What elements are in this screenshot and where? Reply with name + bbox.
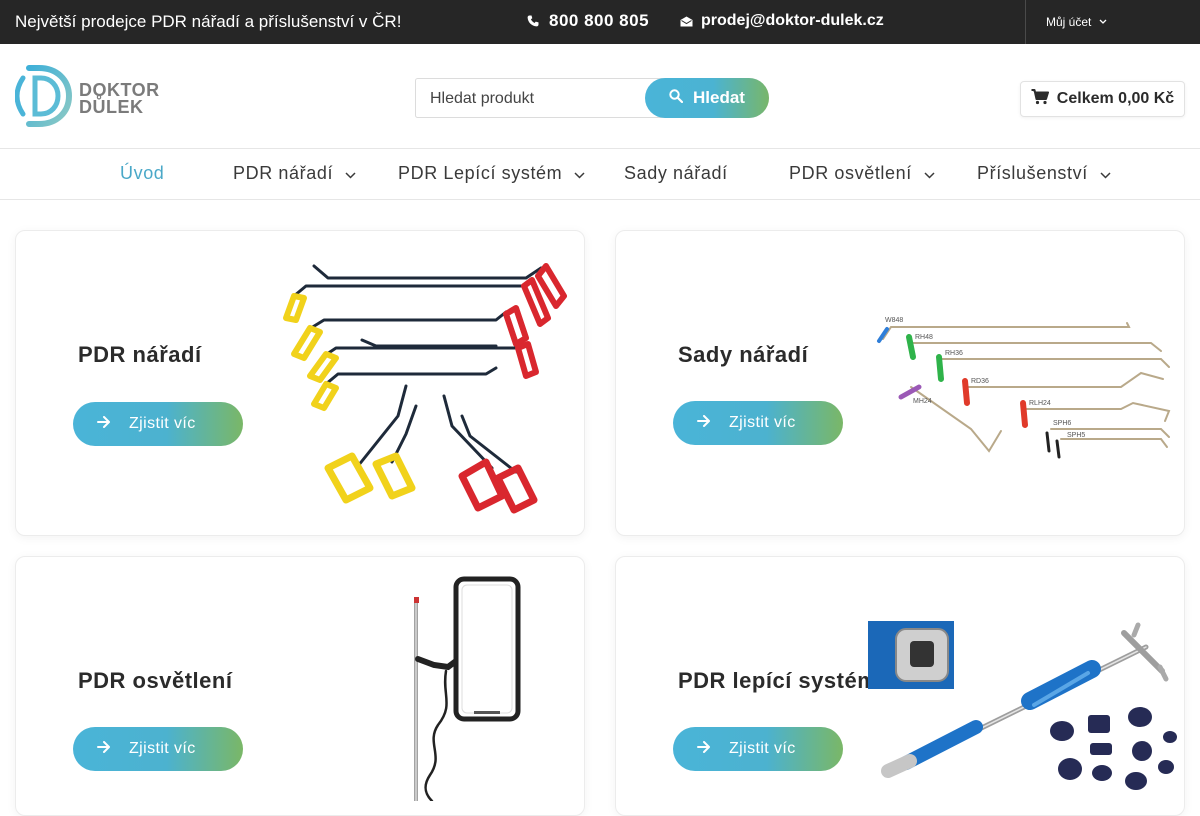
nav-item-prislusenstvi[interactable]: Příslušenství: [977, 163, 1111, 184]
tool-label: MH24: [913, 398, 932, 405]
topbar-divider: [1025, 0, 1026, 44]
search-button-label: Hledat: [693, 88, 745, 107]
search-icon: [669, 88, 684, 108]
nav-item-label: Úvod: [120, 163, 165, 183]
cart-icon: [1031, 88, 1049, 110]
card-title: PDR lepící systém: [678, 668, 878, 693]
cart-button[interactable]: Celkem 0,00 Kč: [1020, 81, 1185, 117]
logo-line-2: DŮLEK: [79, 96, 144, 117]
envelope-icon: [680, 16, 693, 27]
tool-label: RH48: [915, 334, 933, 341]
tool-label: SPH5: [1067, 432, 1085, 439]
arrow-right-icon: [97, 415, 111, 433]
category-card-pdr-lepici-system[interactable]: PDR lepící systém Zjistit víc: [615, 556, 1185, 816]
learn-more-label: Zjistit víc: [729, 740, 796, 757]
nav-item-sady-naradi[interactable]: Sady nářadí: [624, 163, 728, 184]
pdr-rods-image: [283, 263, 567, 514]
learn-more-button[interactable]: Zjistit víc: [73, 402, 243, 446]
card-title: PDR nářadí: [78, 342, 202, 367]
learn-more-button[interactable]: Zjistit víc: [673, 401, 843, 445]
chevron-down-icon: [924, 163, 935, 184]
top-bar: Největší prodejce PDR nářadí a příslušen…: [0, 0, 1200, 44]
chevron-down-icon: [1100, 163, 1111, 184]
nav-item-label: PDR nářadí: [233, 163, 334, 183]
tool-label: RD36: [971, 378, 989, 385]
arrow-right-icon: [97, 740, 111, 758]
chevron-down-icon: [345, 163, 356, 184]
learn-more-button[interactable]: Zjistit víc: [73, 727, 243, 771]
arrow-right-icon: [697, 740, 711, 758]
phone-number: 800 800 805: [549, 11, 650, 30]
nav-item-pdr-naradi[interactable]: PDR nářadí: [233, 163, 356, 184]
card-title: PDR osvětlení: [78, 668, 233, 693]
glue-puller-image: [868, 621, 1177, 790]
promo-text: Největší prodejce PDR nářadí a příslušen…: [15, 12, 402, 31]
nav-item-uvod[interactable]: Úvod: [120, 163, 164, 184]
account-label: Můj účet: [1046, 15, 1092, 29]
search-box: Hledat: [415, 78, 769, 118]
nav-item-label: Sady nářadí: [624, 163, 728, 183]
nav-item-label: Příslušenství: [977, 163, 1088, 183]
logo[interactable]: DOKTOR DŮLEK: [14, 62, 160, 135]
search-button[interactable]: Hledat: [645, 78, 769, 118]
learn-more-label: Zjistit víc: [129, 740, 196, 757]
logo-line-1: DOKTOR: [79, 79, 160, 100]
arrow-right-icon: [697, 414, 711, 432]
learn-more-button[interactable]: Zjistit víc: [673, 727, 843, 771]
nav-item-label: PDR Lepící systém: [398, 163, 563, 183]
nav-item-pdr-lepici-system[interactable]: PDR Lepící systém: [398, 163, 585, 184]
category-card-pdr-naradi[interactable]: PDR nářadí Zjistit víc: [15, 230, 585, 536]
logo-mark-icon: [14, 62, 73, 135]
phone-icon: [527, 15, 539, 27]
tool-label: RH36: [945, 350, 963, 357]
tool-label: W848: [885, 317, 903, 324]
tool-set-image: W848 RH48 RH36 RD36 MH24 RLH24 SPH6 SPH5: [877, 317, 1171, 459]
nav-item-label: PDR osvětlení: [789, 163, 912, 183]
email-link[interactable]: prodej@doktor-dulek.cz: [680, 12, 884, 30]
learn-more-label: Zjistit víc: [729, 414, 796, 431]
tool-label: RLH24: [1029, 400, 1051, 407]
email-address: prodej@doktor-dulek.cz: [701, 12, 884, 29]
phone-link[interactable]: 800 800 805: [527, 11, 649, 31]
card-title: Sady nářadí: [678, 342, 809, 367]
nav-item-pdr-osvetleni[interactable]: PDR osvětlení: [789, 163, 935, 184]
category-card-pdr-osvetleni[interactable]: PDR osvětlení Zjistit víc: [15, 556, 585, 816]
pdr-light-image: [414, 576, 521, 801]
chevron-down-icon: [574, 163, 585, 184]
cart-total: Celkem 0,00 Kč: [1056, 90, 1175, 107]
tool-label: SPH6: [1053, 420, 1071, 427]
main-nav: Úvod PDR nářadí PDR Lepící systém Sady n…: [0, 148, 1200, 200]
chevron-down-icon: [1099, 19, 1107, 25]
learn-more-label: Zjistit víc: [129, 415, 196, 432]
search-input[interactable]: [430, 87, 640, 111]
account-menu[interactable]: Můj účet: [1046, 15, 1107, 29]
category-card-sady-naradi[interactable]: Sady nářadí Zjistit víc W848 RH48 RH36 R…: [615, 230, 1185, 536]
site-header: DOKTOR DŮLEK Hledat Celkem 0,00 Kč: [0, 44, 1200, 149]
